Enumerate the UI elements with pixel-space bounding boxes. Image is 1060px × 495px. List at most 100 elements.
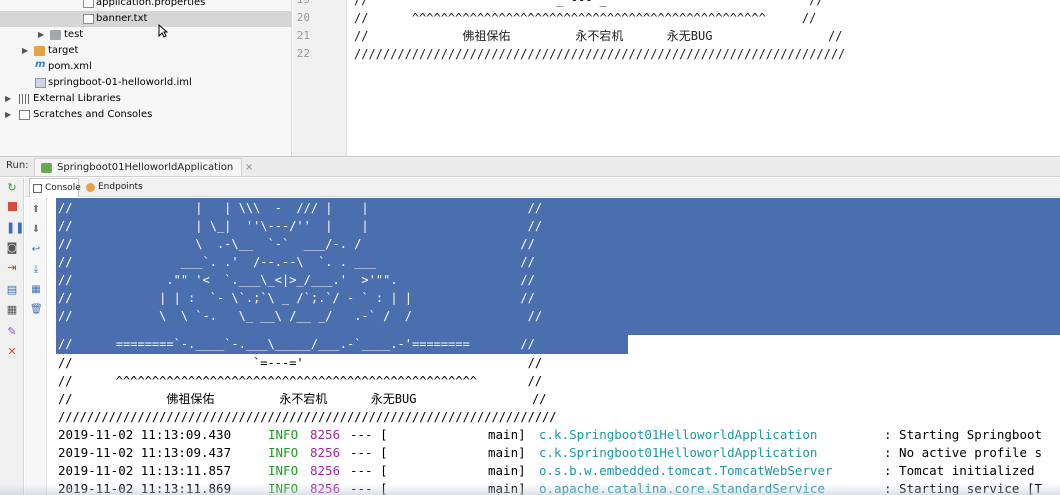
- code-line[interactable]: // _`---'_ //: [354, 0, 824, 9]
- tree-item-label: External Libraries: [33, 93, 121, 104]
- log-thread: main]: [488, 463, 526, 478]
- console-line: // | \_| ''\---/'' | | //: [58, 219, 543, 233]
- tree-item-target[interactable]: ▶ target: [0, 43, 291, 59]
- log-logger: c.k.Springboot01HelloworldApplication: [539, 427, 818, 442]
- run-config-tab-label: Springboot01HelloworldApplication: [57, 162, 234, 173]
- log-separator: --- [: [350, 463, 388, 478]
- console-line: // \ .-\__ `-` ___/-. / //: [58, 237, 535, 251]
- console-line: // `=---=' //: [58, 356, 543, 370]
- module-file-icon: [35, 78, 46, 88]
- console-line: // \ \ `-. \_ __\ /__ _/ .-` / / //: [58, 309, 543, 323]
- tree-item-pom-xml[interactable]: m pom.xml: [0, 59, 291, 75]
- console-sub-tabs: Console Endpoints: [25, 178, 1060, 197]
- log-pid: 8256: [310, 445, 341, 460]
- tree-item-external-libraries[interactable]: ▶ External Libraries: [0, 91, 291, 107]
- log-timestamp: 2019-11-02 11:13:11.857: [58, 463, 232, 478]
- line-number: 20: [296, 11, 310, 24]
- tree-item-label: Scratches and Consoles: [33, 109, 153, 120]
- log-logger: c.k.Springboot01HelloworldApplication: [539, 445, 818, 460]
- console-line: // ___`. .' /--.--\ `. . ___ //: [58, 255, 535, 269]
- tab-endpoints[interactable]: Endpoints: [83, 178, 145, 197]
- run-actions-toolbar: ↻ ❚❚ ◙ ⇥ ▤ ▦ ✎ ✕: [0, 178, 24, 495]
- tree-item-iml[interactable]: springboot-01-helloworld.iml: [0, 75, 291, 91]
- log-pid: 8256: [310, 463, 341, 478]
- exit-icon[interactable]: ⇥: [6, 262, 18, 274]
- print-icon[interactable]: ▦: [6, 304, 18, 316]
- log-thread: main]: [488, 445, 526, 460]
- log-separator: --- [: [350, 445, 388, 460]
- close-icon[interactable]: ✕: [6, 346, 18, 358]
- arrow-down-icon[interactable]: ⬇: [30, 224, 42, 236]
- close-icon[interactable]: ×: [245, 159, 253, 177]
- code-line[interactable]: // ^^^^^^^^^^^^^^^^^^^^^^^^^^^^^^^^^^^^^…: [354, 9, 816, 27]
- log-separator: --- [: [350, 427, 388, 442]
- rerun-icon[interactable]: ↻: [6, 182, 18, 194]
- console-output[interactable]: // | | \\\ - /// | | // // | \_| ''\---/…: [48, 198, 1060, 495]
- tree-item-application-properties[interactable]: application.properties: [0, 0, 291, 11]
- chevron-right-icon[interactable]: ▶: [38, 27, 46, 43]
- console-line: // 佛祖保佑 永不宕机 永无BUG //: [58, 392, 547, 406]
- maven-icon: m: [35, 59, 46, 70]
- log-timestamp: 2019-11-02 11:13:09.437: [58, 445, 232, 460]
- run-config-tab[interactable]: Springboot01HelloworldApplication ×: [34, 158, 253, 176]
- code-line[interactable]: ////////////////////////////////////////…: [354, 45, 845, 63]
- project-tree: application.properties banner.txt ▶ test…: [0, 0, 292, 156]
- run-label: Run:: [6, 160, 29, 171]
- mouse-cursor-icon: [158, 24, 168, 38]
- console-line: // | | : `- \`.;`\ _ /`;.`/ - ` : | | //: [58, 291, 535, 305]
- tree-item-label: banner.txt: [96, 13, 148, 24]
- layout-icon[interactable]: ▤: [6, 284, 18, 296]
- console-line: // ."" '< `.___\_<|>_/___.' >'"". //: [58, 273, 535, 287]
- line-number: 21: [296, 29, 310, 42]
- log-line: 2019-11-02 11:13:09.437 INFO 8256 --- [ …: [58, 444, 1042, 462]
- log-level: INFO: [268, 463, 299, 478]
- bottom-edge-fade: [0, 484, 1060, 495]
- pin-icon[interactable]: ✎: [6, 326, 18, 338]
- log-message: : No active profile s: [884, 445, 1043, 460]
- pause-icon[interactable]: ❚❚: [6, 222, 24, 234]
- libraries-icon: [19, 94, 30, 104]
- spring-boot-icon: [41, 163, 52, 173]
- log-logger: o.s.b.w.embedded.tomcat.TomcatWebServer: [539, 463, 833, 478]
- stop-icon[interactable]: [6, 202, 18, 214]
- print-icon[interactable]: ▦: [30, 284, 42, 296]
- folder-icon: [34, 46, 45, 56]
- arrow-up-icon[interactable]: ⬆: [30, 204, 42, 216]
- console-line: // | | \\\ - /// | | //: [58, 201, 543, 215]
- log-thread: main]: [488, 427, 526, 442]
- editor-gutter: 19 20 21 22: [293, 0, 347, 156]
- scratches-icon: [19, 110, 30, 120]
- endpoints-icon: [86, 183, 95, 192]
- tree-item-scratches[interactable]: ▶ Scratches and Consoles: [0, 107, 291, 123]
- log-timestamp: 2019-11-02 11:13:09.430: [58, 427, 232, 442]
- trash-icon[interactable]: 🗑: [30, 304, 43, 316]
- properties-file-icon: [83, 0, 94, 8]
- soft-wrap-icon[interactable]: ↩: [30, 244, 42, 256]
- log-level: INFO: [268, 445, 299, 460]
- log-message: : Tomcat initialized: [884, 463, 1035, 478]
- code-editor[interactable]: // _`---'_ // // ^^^^^^^^^^^^^^^^^^^^^^^…: [348, 0, 1060, 156]
- chevron-right-icon[interactable]: ▶: [5, 107, 13, 123]
- tree-item-label: test: [64, 29, 84, 40]
- chevron-right-icon[interactable]: ▶: [5, 91, 13, 107]
- code-line[interactable]: // 佛祖保佑 永不宕机 永无BUG //: [354, 27, 842, 45]
- log-pid: 8256: [310, 427, 341, 442]
- tab-endpoints-label: Endpoints: [98, 182, 143, 192]
- log-message: : Starting Springboot: [884, 427, 1043, 442]
- tree-item-label: springboot-01-helloworld.iml: [48, 77, 192, 88]
- console-line: ////////////////////////////////////////…: [58, 410, 557, 424]
- log-level: INFO: [268, 427, 299, 442]
- text-selection: [628, 198, 1060, 335]
- log-line: 2019-11-02 11:13:11.857 INFO 8256 --- [ …: [58, 462, 1035, 480]
- tree-item-label: target: [48, 45, 79, 56]
- console-line: // ^^^^^^^^^^^^^^^^^^^^^^^^^^^^^^^^^^^^^…: [58, 374, 543, 388]
- tab-console[interactable]: Console: [29, 178, 81, 197]
- console-icon: [33, 184, 42, 193]
- tree-item-banner-txt[interactable]: banner.txt: [0, 11, 291, 27]
- scroll-to-end-icon[interactable]: ⤓: [30, 264, 42, 276]
- tree-item-test[interactable]: ▶ test: [0, 27, 291, 43]
- chevron-right-icon[interactable]: ▶: [22, 43, 30, 59]
- folder-icon: [50, 30, 61, 40]
- line-number: 22: [296, 47, 310, 60]
- camera-icon[interactable]: ◙: [6, 242, 18, 254]
